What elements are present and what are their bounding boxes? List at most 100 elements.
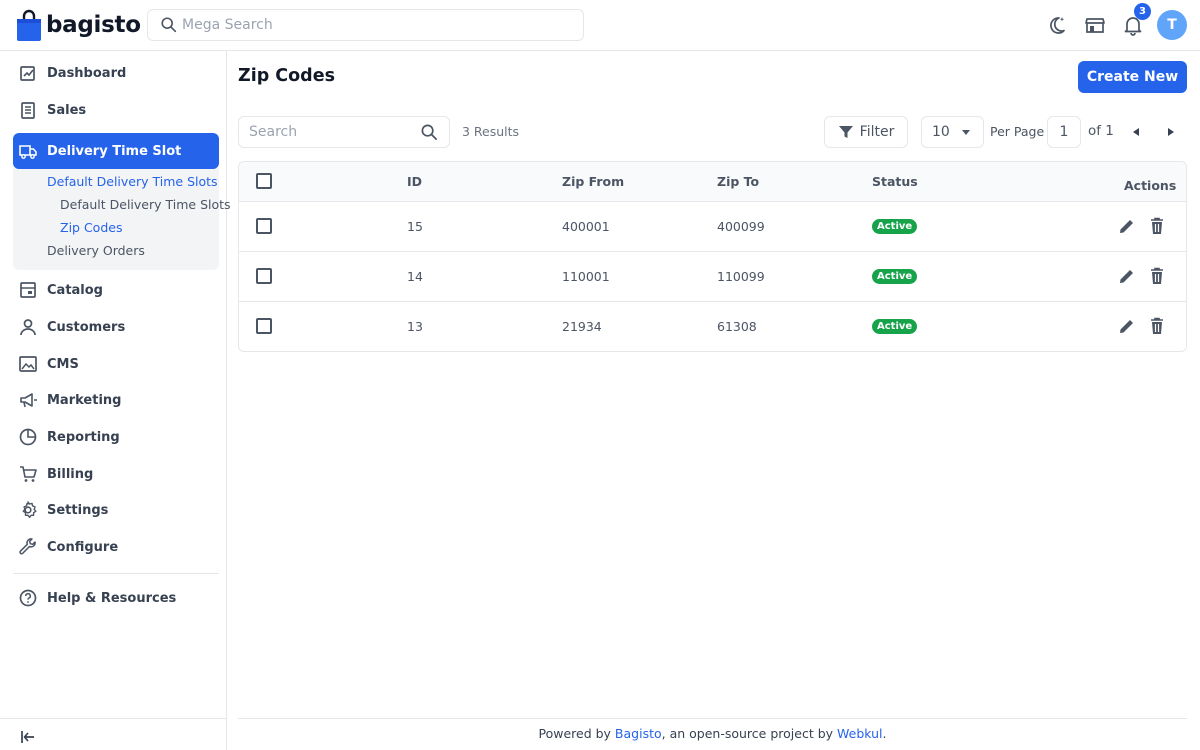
sidebar-item-catalog[interactable]: Catalog	[13, 272, 219, 308]
column-header-id[interactable]: ID	[407, 174, 422, 189]
sidebar-item-help[interactable]: Help & Resources	[13, 580, 219, 616]
footer: Powered by Bagisto, an open-source proje…	[238, 726, 1187, 741]
edit-icon[interactable]	[1117, 316, 1137, 336]
bagisto-link[interactable]: Bagisto	[615, 726, 662, 741]
sidebar-item-cms[interactable]: CMS	[13, 346, 219, 382]
collapse-sidebar-icon[interactable]	[19, 728, 37, 746]
next-page-icon[interactable]	[1168, 128, 1174, 136]
brand-logo[interactable]: bagisto	[17, 9, 141, 41]
sidebar-item-settings[interactable]: Settings	[13, 492, 219, 528]
submenu-delivery-orders[interactable]: Delivery Orders	[47, 243, 145, 258]
footer-prefix: Powered by	[538, 726, 615, 741]
cell-zip-from: 21934	[562, 319, 602, 334]
delivery-icon	[19, 145, 37, 159]
settings-icon	[22, 501, 37, 518]
cms-icon	[19, 356, 37, 372]
footer-divider	[238, 718, 1187, 719]
sidebar-item-dashboard[interactable]: Dashboard	[13, 55, 219, 91]
status-badge: Active	[872, 219, 918, 234]
marketing-icon	[20, 393, 37, 408]
sidebar-item-label: Delivery Time Slot	[47, 143, 182, 159]
sidebar-item-reporting[interactable]: Reporting	[13, 419, 219, 455]
sidebar-item-label: Sales	[47, 102, 87, 118]
delete-icon[interactable]	[1147, 216, 1167, 236]
search-icon[interactable]	[420, 123, 439, 142]
sidebar-item-label: Help & Resources	[47, 590, 177, 606]
chevron-down-icon	[962, 130, 970, 135]
row-checkbox[interactable]	[256, 218, 272, 234]
cell-zip-to: 400099	[717, 219, 765, 234]
mega-search-box[interactable]	[147, 9, 584, 41]
submenu-default-delivery-time-slots-child[interactable]: Default Delivery Time Slots	[60, 197, 231, 212]
dark-mode-icon[interactable]	[1046, 14, 1068, 36]
column-header-status[interactable]: Status	[872, 174, 918, 189]
sidebar-item-label: Billing	[47, 466, 94, 482]
sidebar-item-label: Customers	[47, 319, 126, 335]
cell-zip-to: 61308	[717, 319, 757, 334]
submenu-default-delivery-time-slots[interactable]: Default Delivery Time Slots	[47, 174, 218, 189]
webkul-link[interactable]: Webkul	[837, 726, 883, 741]
column-header-zip-to[interactable]: Zip To	[717, 174, 759, 189]
search-icon	[161, 17, 177, 33]
select-all-checkbox[interactable]	[256, 173, 272, 189]
cell-id: 14	[407, 269, 423, 284]
sidebar-item-label: Dashboard	[47, 65, 127, 81]
user-avatar[interactable]: T	[1157, 10, 1187, 40]
sidebar-item-billing[interactable]: Billing	[13, 456, 219, 492]
per-page-select[interactable]: 10	[921, 116, 984, 148]
status-badge: Active	[872, 269, 918, 284]
sidebar-item-delivery-time-slot[interactable]: Delivery Time Slot	[13, 133, 219, 169]
cell-id: 15	[407, 219, 423, 234]
table-row: 13 21934 61308 Active	[239, 302, 1186, 351]
page-title: Zip Codes	[238, 66, 335, 86]
table-row: 15 400001 400099 Active	[239, 202, 1186, 252]
top-header: bagisto 3 T	[0, 0, 1200, 51]
per-page-value: 10	[932, 124, 950, 140]
column-header-zip-from[interactable]: Zip From	[562, 174, 624, 189]
delivery-submenu: Default Delivery Time Slots Default Deli…	[13, 168, 231, 270]
cell-zip-from: 400001	[562, 219, 610, 234]
per-page-label: Per Page	[990, 124, 1045, 139]
previous-page-icon[interactable]	[1133, 128, 1139, 136]
billing-icon	[20, 466, 37, 482]
grid-search-input[interactable]	[249, 124, 419, 140]
delete-icon[interactable]	[1147, 316, 1167, 336]
table-row: 14 110001 110099 Active	[239, 252, 1186, 302]
sidebar-item-label: Catalog	[47, 282, 103, 298]
zip-codes-table: ID Zip From Zip To Status Actions 15 400…	[238, 161, 1187, 352]
edit-icon[interactable]	[1117, 266, 1137, 286]
status-badge: Active	[872, 319, 918, 334]
reporting-icon	[19, 428, 37, 446]
sidebar-item-configure[interactable]: Configure	[13, 529, 219, 565]
sidebar-bottom-divider	[0, 718, 226, 719]
filter-button[interactable]: Filter	[824, 116, 908, 148]
sidebar-item-label: Reporting	[47, 429, 120, 445]
sidebar-divider	[13, 573, 219, 574]
storefront-icon[interactable]	[1084, 14, 1106, 36]
sidebar-item-label: Configure	[47, 539, 119, 555]
column-header-actions: Actions	[1124, 178, 1177, 193]
sidebar-item-marketing[interactable]: Marketing	[13, 382, 219, 418]
mega-search-input[interactable]	[182, 17, 562, 33]
submenu-zip-codes[interactable]: Zip Codes	[60, 220, 122, 235]
sidebar-item-customers[interactable]: Customers	[13, 309, 219, 345]
wrench-icon	[19, 538, 36, 555]
dashboard-icon	[20, 66, 35, 81]
sidebar-item-label: Marketing	[47, 392, 122, 408]
sales-icon	[21, 102, 35, 119]
table-header: ID Zip From Zip To Status Actions	[239, 162, 1186, 202]
row-checkbox[interactable]	[256, 318, 272, 334]
results-count: 3 Results	[462, 124, 520, 139]
cell-zip-to: 110099	[717, 269, 765, 284]
delete-icon[interactable]	[1147, 266, 1167, 286]
current-page-input[interactable]	[1047, 116, 1081, 148]
grid-search-box[interactable]	[238, 116, 450, 148]
create-new-button[interactable]: Create New	[1078, 61, 1187, 93]
row-checkbox[interactable]	[256, 268, 272, 284]
sidebar-item-sales[interactable]: Sales	[13, 92, 219, 128]
sidebar: Dashboard Sales Default Delivery Time Sl…	[0, 51, 231, 750]
edit-icon[interactable]	[1117, 216, 1137, 236]
filter-label: Filter	[859, 124, 895, 140]
footer-middle: , an open-source project by	[661, 726, 837, 741]
help-icon	[19, 589, 37, 607]
